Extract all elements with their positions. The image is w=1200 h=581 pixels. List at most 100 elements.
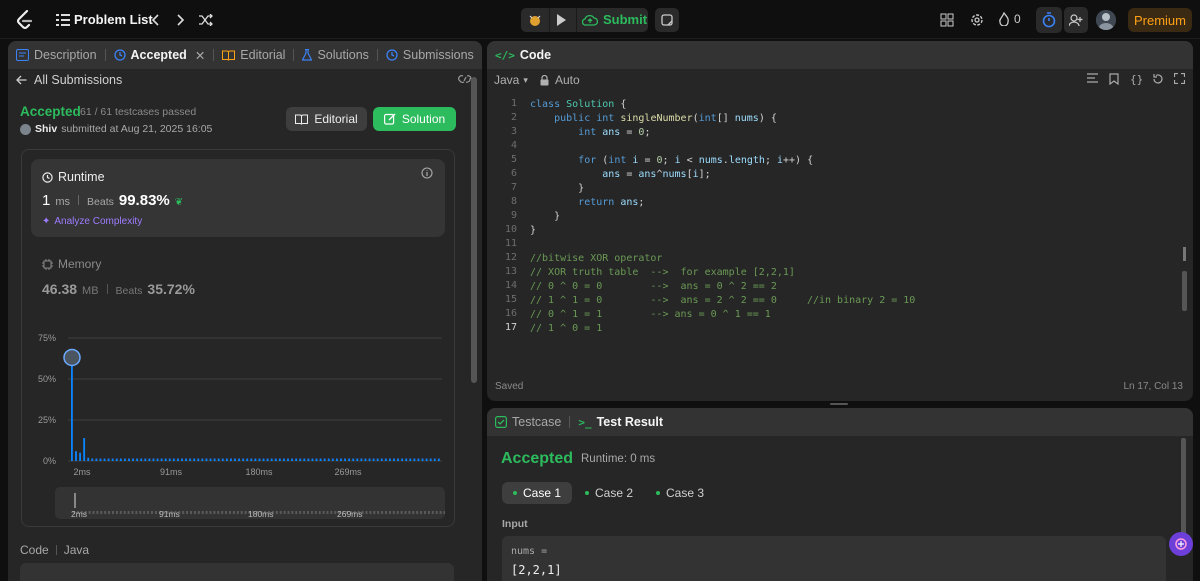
chart-bar[interactable] — [437, 458, 440, 461]
chart-bar[interactable] — [103, 458, 106, 461]
chart-bar[interactable] — [177, 458, 179, 461]
chart-bar[interactable] — [421, 458, 424, 461]
chart-bar[interactable] — [307, 458, 310, 461]
chart-bar[interactable] — [397, 458, 399, 461]
chart-bar[interactable] — [250, 458, 253, 461]
bookmark-icon[interactable] — [1109, 73, 1119, 85]
tab-test-result[interactable]: >_ Test Result — [570, 408, 663, 436]
chart-bar[interactable] — [221, 458, 224, 461]
chart-bar[interactable] — [99, 458, 102, 461]
chart-bar[interactable] — [336, 458, 338, 461]
chart-bar[interactable] — [209, 458, 212, 461]
list-icon[interactable] — [52, 9, 74, 31]
chart-bar[interactable] — [160, 458, 163, 461]
tab-submissions[interactable]: Submissions — [378, 41, 474, 69]
memory-header[interactable]: Memory — [42, 257, 101, 271]
chart-bar[interactable] — [172, 458, 175, 461]
chart-bar[interactable] — [87, 457, 90, 461]
chart-bar[interactable] — [148, 458, 151, 461]
solution-button[interactable]: Solution — [373, 107, 456, 131]
chart-bar[interactable] — [185, 458, 187, 461]
runtime-box[interactable]: Runtime 1 ms Beats 99.83% ❦ ✦ Analyze Co… — [31, 159, 445, 237]
chart-bar[interactable] — [348, 458, 351, 461]
format-icon[interactable] — [1087, 73, 1098, 83]
debug-icon[interactable] — [527, 12, 543, 28]
chart-bar[interactable] — [405, 458, 408, 461]
chart-bar[interactable] — [83, 438, 86, 461]
chart-bar[interactable] — [352, 458, 355, 461]
chart-bar[interactable] — [189, 458, 192, 461]
chart-bar[interactable] — [295, 458, 298, 461]
expand-icon[interactable] — [1174, 73, 1185, 84]
ai-assistant-icon[interactable] — [1169, 532, 1193, 556]
chart-bar[interactable] — [95, 458, 98, 461]
chart-bar[interactable] — [331, 458, 334, 461]
problem-list-link[interactable]: Problem List — [74, 12, 153, 27]
editor-scrollbar[interactable] — [1182, 271, 1187, 311]
chart-bar[interactable] — [115, 458, 118, 461]
chart-bar[interactable] — [91, 458, 94, 461]
chart-bar[interactable] — [168, 458, 171, 461]
info-icon[interactable] — [421, 167, 433, 179]
chart-bar[interactable] — [213, 458, 216, 461]
chart-bar[interactable] — [376, 458, 379, 461]
code-editor[interactable]: 1 2 3 4 5 6 7 8 9 10 11 12 13 14 15 16 17 class Solution… — [487, 98, 1187, 338]
chart-bar[interactable] — [291, 458, 293, 461]
tab-accepted[interactable]: Accepted ✕ — [106, 41, 205, 69]
chart-bar[interactable] — [413, 458, 416, 461]
auto-mode[interactable]: Auto — [540, 73, 580, 87]
case-1-tab[interactable]: Case 1 — [502, 482, 573, 504]
language-select[interactable]: Java ▾ — [494, 73, 528, 87]
chart-bar[interactable] — [356, 458, 359, 461]
chart-bar[interactable] — [156, 458, 159, 461]
chart-bar[interactable] — [323, 458, 326, 461]
add-user-button[interactable] — [1064, 7, 1088, 33]
chart-bar[interactable] — [380, 458, 383, 461]
analyze-complexity-link[interactable]: ✦ Analyze Complexity — [42, 216, 142, 227]
chart-bar[interactable] — [217, 458, 220, 461]
premium-button[interactable]: Premium — [1128, 8, 1192, 32]
chart-bar[interactable] — [136, 458, 139, 461]
submit-button[interactable]: Submit — [582, 12, 647, 27]
chart-bar[interactable] — [327, 458, 330, 461]
tab-code[interactable]: </> Code — [487, 41, 551, 69]
chart-bar[interactable] — [311, 458, 314, 461]
tab-editorial[interactable]: Editorial — [214, 41, 285, 69]
timer-button[interactable] — [1036, 7, 1062, 33]
chart-bar[interactable] — [384, 458, 387, 461]
runtime-distribution-chart[interactable]: 75% 50% 25% 0% 2ms 91ms 180ms 269ms — [30, 326, 450, 478]
chart-bar[interactable] — [164, 458, 167, 461]
chart-bar[interactable] — [278, 458, 281, 461]
chart-bar[interactable] — [234, 458, 236, 461]
chart-bar[interactable] — [152, 458, 155, 461]
range-selector[interactable]: 2ms 91ms 180ms 269ms — [55, 487, 445, 519]
tab-description[interactable]: Description — [8, 41, 97, 69]
chart-bar[interactable] — [242, 458, 245, 461]
chart-bar[interactable] — [230, 458, 232, 461]
chart-bar[interactable] — [193, 458, 196, 461]
chart-bar[interactable] — [270, 458, 273, 461]
chart-bar[interactable] — [111, 458, 114, 461]
chart-bar[interactable] — [197, 458, 200, 461]
chart-bar[interactable] — [75, 451, 77, 461]
username[interactable]: Shiv — [35, 123, 57, 135]
chart-bar[interactable] — [201, 458, 204, 461]
shuffle-icon[interactable] — [195, 9, 217, 31]
chart-bar[interactable] — [287, 458, 289, 461]
case-3-tab[interactable]: Case 3 — [646, 482, 714, 504]
tab-solutions[interactable]: Solutions — [294, 41, 369, 69]
case-2-tab[interactable]: Case 2 — [575, 482, 643, 504]
chart-bar[interactable] — [132, 458, 134, 461]
chart-bar[interactable] — [389, 458, 391, 461]
tab-testcase[interactable]: Testcase — [487, 408, 561, 436]
gear-icon[interactable] — [966, 9, 988, 31]
chart-bar[interactable] — [393, 458, 395, 461]
chart-bar[interactable] — [433, 458, 436, 461]
chart-bar[interactable] — [360, 458, 363, 461]
chevron-left-icon[interactable] — [144, 9, 166, 31]
chart-bar[interactable] — [344, 458, 346, 461]
chart-bar[interactable] — [181, 458, 183, 461]
chart-bar[interactable] — [205, 458, 208, 461]
chart-bar[interactable] — [340, 458, 342, 461]
reset-icon[interactable] — [1152, 73, 1164, 85]
